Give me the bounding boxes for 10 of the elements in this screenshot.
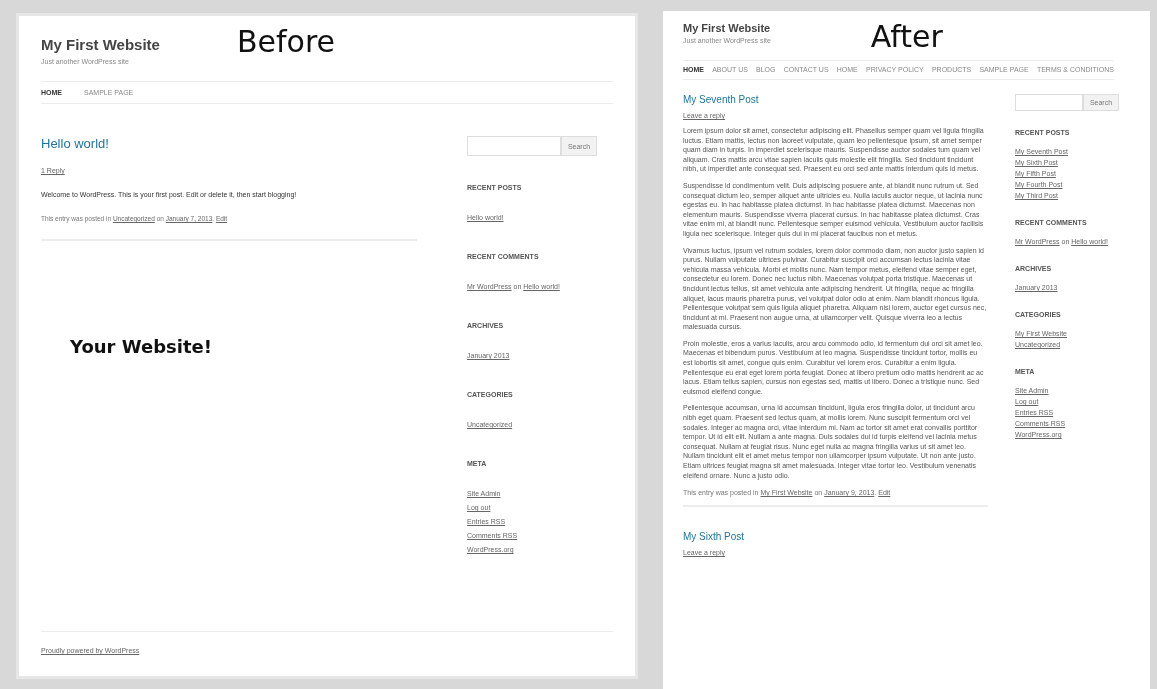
search-field[interactable] [1015, 94, 1083, 111]
overlay-caption: Your Website! [70, 336, 212, 357]
search-field[interactable] [467, 136, 561, 156]
site-title[interactable]: My First Website [41, 36, 160, 53]
caption-text: After [870, 19, 943, 54]
caption-text: Before [236, 24, 335, 59]
post-title-link[interactable]: My Seventh Post [683, 94, 759, 105]
post-title-link[interactable]: My Sixth Post [683, 531, 745, 543]
post-title-link[interactable]: Hello world! [41, 136, 109, 151]
site-title[interactable]: My First Website [683, 22, 771, 34]
